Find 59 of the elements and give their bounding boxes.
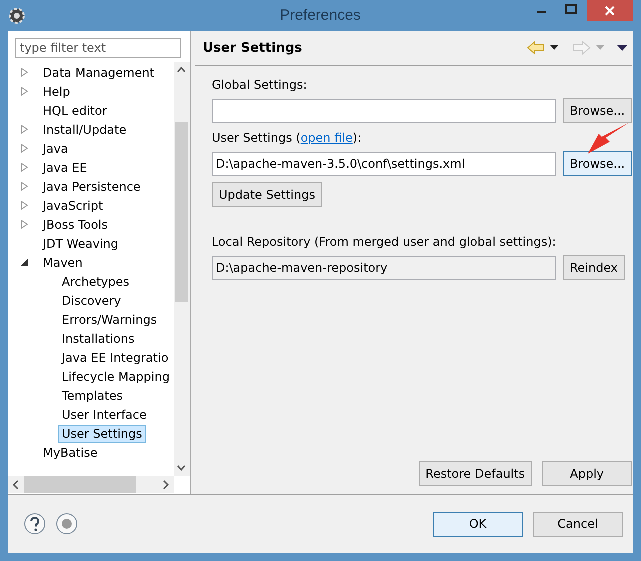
forward-arrow-icon[interactable] [573,41,592,55]
arrow-drawing [586,122,630,156]
filter-field[interactable]: type filter text [15,38,181,58]
collapsed-arrow-icon[interactable] [18,180,30,192]
collapsed-arrow-icon[interactable] [18,124,30,136]
close-icon [605,6,615,16]
page-title: User Settings [202,40,302,56]
tree-item[interactable]: Templates [58,386,128,404]
input-field[interactable] [212,98,556,122]
dropdown-icon[interactable] [550,45,560,51]
scrollbar-thumb[interactable] [24,476,136,493]
collapsed-arrow-icon[interactable] [18,66,30,78]
back-arrow-icon[interactable] [527,41,546,55]
scrollbar-thumb[interactable] [175,122,188,302]
tree-item[interactable]: Discovery [58,292,126,310]
field-label: Global Settings: [212,78,308,92]
browse-button[interactable]: Browse... [562,151,632,176]
tree-item[interactable]: MyBatise [39,444,102,462]
window-title: Preferences [280,7,361,24]
help-icon[interactable] [24,513,46,535]
tree-item[interactable]: JavaScript [39,196,108,214]
tree-item[interactable]: User Settings [58,424,146,442]
tree-item[interactable]: Lifecycle Mapping [58,368,174,386]
tree-item[interactable]: User Interface [58,406,151,424]
open-file-link[interactable]: open file [300,131,353,145]
tree-item[interactable]: Maven [39,254,87,272]
tree-item[interactable]: Java EE [39,158,92,176]
tree-item[interactable]: Installations [58,330,139,348]
ok-button[interactable]: OK [433,512,523,536]
tree-item[interactable]: Java Persistence [39,178,145,196]
close-button[interactable] [587,0,633,21]
record-icon[interactable] [56,513,78,535]
collapsed-arrow-icon[interactable] [18,86,30,98]
tree-item[interactable]: Install/Update [39,120,131,138]
collapsed-arrow-icon[interactable] [18,142,30,154]
apply-button[interactable]: Apply [542,461,632,486]
reindex-button[interactable]: Reindex [562,255,625,280]
tree-item[interactable]: Help [39,82,74,100]
field-label: User Settings (open file): [212,131,363,145]
tree-item[interactable]: Archetypes [58,272,134,290]
collapsed-arrow-icon[interactable] [18,200,30,212]
collapsed-arrow-icon[interactable] [18,162,30,174]
collapsed-arrow-icon[interactable] [18,218,30,230]
update-settings-button[interactable]: Update Settings [212,182,322,207]
tree-item[interactable]: Data Management [39,64,159,82]
tree-item[interactable]: JDT Weaving [39,234,122,252]
browse-button[interactable]: Browse... [562,98,632,123]
field-label: Local Repository (From merged user and global settings): [212,235,558,249]
view-menu-icon[interactable] [617,44,628,52]
cancel-button[interactable]: Cancel [533,512,623,536]
tree-item[interactable]: Java EE Integratio [58,348,173,366]
tree-item[interactable]: Java [39,140,72,158]
gear-icon [8,6,26,24]
restore-defaults-button[interactable]: Restore Defaults [418,461,532,486]
tree-item[interactable]: Errors/Warnings [58,310,162,328]
tree-item[interactable]: HQL editor [39,102,112,120]
input-field[interactable]: D:\apache-maven-repository [212,256,556,280]
input-field[interactable]: D:\apache-maven-3.5.0\conf\settings.xml [212,152,556,176]
tree-item[interactable]: JBoss Tools [39,216,112,234]
